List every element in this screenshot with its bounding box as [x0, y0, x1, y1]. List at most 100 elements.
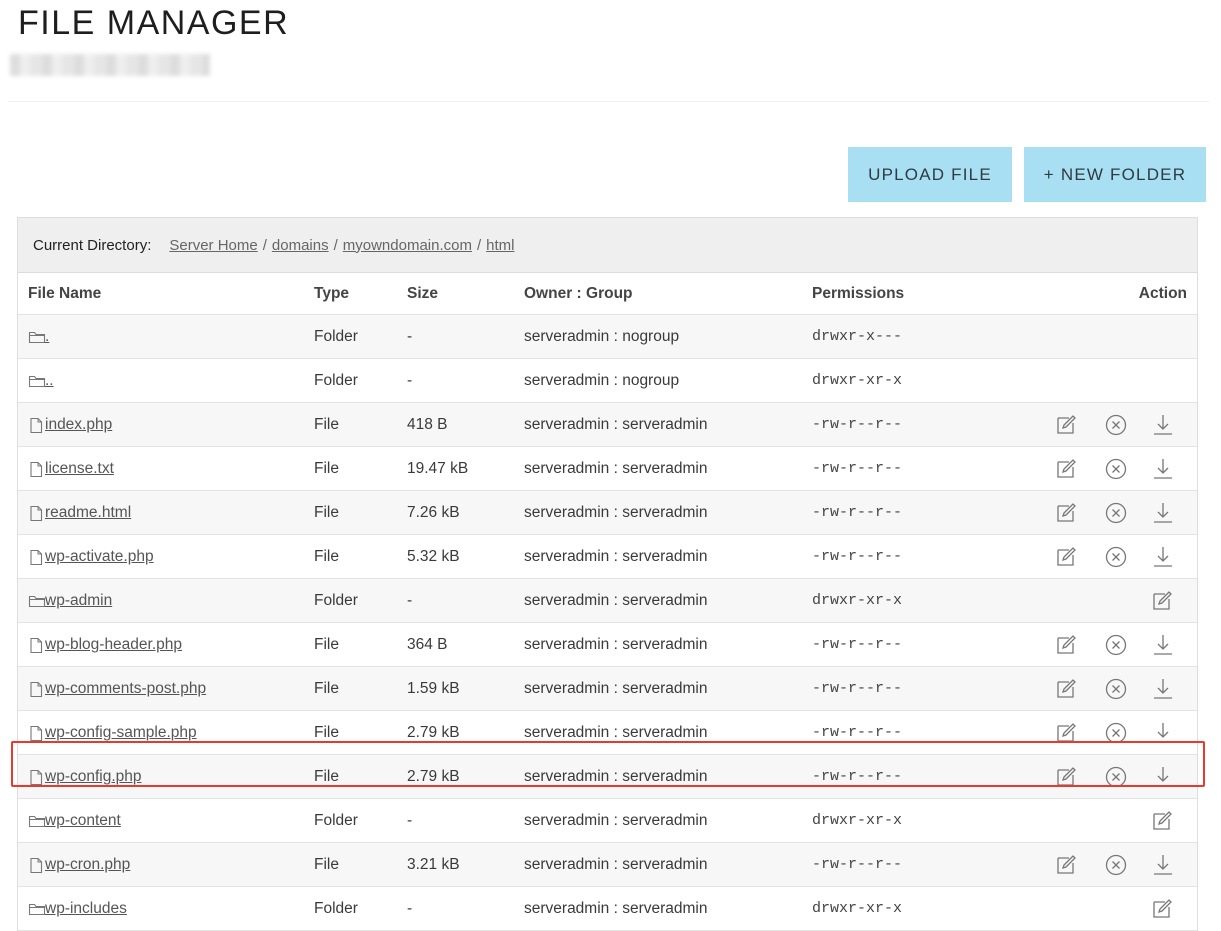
table-row: wp-activate.php File 5.32 kB serveradmin : … [18, 535, 1197, 579]
breadcrumb-separator: / [262, 236, 267, 254]
table-row: wp-blog-header.php File 364 B serveradmin :… [18, 623, 1197, 667]
file-size: 1.59 kB [407, 679, 460, 697]
file-name-cell: wp-includes [28, 900, 127, 918]
edit-icon[interactable] [1054, 853, 1078, 877]
edit-icon[interactable] [1054, 721, 1078, 745]
delete-icon[interactable] [1104, 501, 1128, 525]
breadcrumb-server-home[interactable]: Server Home [169, 237, 257, 254]
edit-icon[interactable] [1054, 501, 1078, 525]
file-name-cell: wp-comments-post.php [28, 680, 206, 698]
edit-icon[interactable] [1054, 633, 1078, 657]
table-row: .. Folder - serveradmin : nogroup drwxr-xr-x [18, 359, 1197, 403]
file-name-cell: wp-cron.php [28, 856, 130, 874]
download-icon[interactable] [1151, 853, 1175, 877]
page-title: FILE MANAGER [18, 4, 290, 42]
delete-icon[interactable] [1104, 457, 1128, 481]
download-icon[interactable] [1151, 413, 1175, 437]
file-name-link[interactable]: wp-config-sample.php [45, 724, 197, 742]
file-icon [28, 461, 44, 477]
file-name-link[interactable]: . [45, 328, 49, 346]
rename-icon[interactable] [1150, 809, 1174, 833]
column-header-owner[interactable]: Owner : Group [524, 285, 633, 303]
table-row: . Folder - serveradmin : nogroup drwxr-x--- [18, 315, 1197, 359]
download-icon[interactable] [1151, 633, 1175, 657]
file-name-link[interactable]: license.txt [45, 460, 114, 478]
file-name-link[interactable]: wp-admin [45, 592, 112, 610]
file-name-cell: wp-config.php [28, 768, 142, 786]
download-icon[interactable] [1151, 765, 1175, 789]
edit-icon[interactable] [1054, 677, 1078, 701]
file-name-link[interactable]: wp-blog-header.php [45, 636, 182, 654]
file-name-cell: wp-config-sample.php [28, 724, 197, 742]
blurred-subtitle [10, 54, 210, 76]
edit-icon[interactable] [1054, 545, 1078, 569]
file-type: File [314, 767, 339, 785]
delete-icon[interactable] [1104, 765, 1128, 789]
file-type: File [314, 855, 339, 873]
delete-icon[interactable] [1104, 413, 1128, 437]
file-name-link[interactable]: wp-comments-post.php [45, 680, 206, 698]
table-row: readme.html File 7.26 kB serveradmin : serv… [18, 491, 1197, 535]
folder-icon [28, 373, 46, 389]
edit-icon[interactable] [1054, 413, 1078, 437]
delete-icon[interactable] [1104, 633, 1128, 657]
current-directory-label: Current Directory: [33, 236, 152, 254]
file-name-cell: wp-blog-header.php [28, 636, 182, 654]
rename-icon[interactable] [1150, 589, 1174, 613]
breadcrumb-domain[interactable]: myowndomain.com [343, 237, 472, 254]
file-name-link[interactable]: wp-content [45, 812, 121, 830]
file-owner-group: serveradmin : serveradmin [524, 767, 708, 785]
file-name-link[interactable]: wp-config.php [45, 768, 142, 786]
edit-icon[interactable] [1054, 765, 1078, 789]
file-size: 5.32 kB [407, 547, 460, 565]
file-owner-group: serveradmin : serveradmin [524, 635, 708, 653]
file-permissions: drwxr-xr-x [812, 812, 903, 829]
file-permissions: drwxr-xr-x [812, 372, 903, 389]
new-folder-button[interactable]: + NEW FOLDER [1024, 147, 1206, 202]
file-name-cell: wp-admin [28, 592, 112, 610]
column-header-size[interactable]: Size [407, 285, 438, 303]
file-name-link[interactable]: wp-includes [45, 900, 127, 918]
delete-icon[interactable] [1104, 545, 1128, 569]
row-actions [1054, 359, 1189, 402]
rename-icon[interactable] [1150, 897, 1174, 921]
file-name-link[interactable]: wp-cron.php [45, 856, 130, 874]
download-icon[interactable] [1151, 677, 1175, 701]
delete-icon[interactable] [1104, 677, 1128, 701]
upload-file-button[interactable]: UPLOAD FILE [848, 147, 1012, 202]
row-actions [1054, 843, 1189, 886]
file-permissions: -rw-r--r-- [812, 636, 903, 653]
file-permissions: -rw-r--r-- [812, 504, 903, 521]
file-name-link[interactable]: wp-activate.php [45, 548, 154, 566]
table-row: wp-content Folder - serveradmin : serveradm… [18, 799, 1197, 843]
row-actions [1054, 799, 1189, 842]
file-name-cell: readme.html [28, 504, 131, 522]
row-actions [1054, 315, 1189, 358]
file-name-link[interactable]: .. [45, 372, 54, 390]
file-icon [28, 681, 44, 697]
folder-icon [28, 329, 46, 345]
download-icon[interactable] [1151, 721, 1175, 745]
file-name-link[interactable]: index.php [45, 416, 112, 434]
delete-icon[interactable] [1104, 721, 1128, 745]
column-header-permissions[interactable]: Permissions [812, 285, 904, 303]
folder-icon [28, 813, 46, 829]
download-icon[interactable] [1151, 457, 1175, 481]
delete-icon[interactable] [1104, 853, 1128, 877]
breadcrumb-html[interactable]: html [486, 237, 514, 254]
file-name-link[interactable]: readme.html [45, 504, 131, 522]
download-icon[interactable] [1151, 501, 1175, 525]
file-owner-group: serveradmin : serveradmin [524, 591, 708, 609]
column-header-action: Action [1138, 284, 1187, 302]
file-name-cell: license.txt [28, 460, 114, 478]
file-size: 364 B [407, 635, 448, 653]
file-owner-group: serveradmin : serveradmin [524, 899, 708, 917]
row-actions [1054, 711, 1189, 754]
breadcrumb-domains[interactable]: domains [272, 237, 329, 254]
file-type: File [314, 635, 339, 653]
download-icon[interactable] [1151, 545, 1175, 569]
column-header-name[interactable]: File Name [28, 285, 101, 303]
edit-icon[interactable] [1054, 457, 1078, 481]
column-header-type[interactable]: Type [314, 285, 349, 303]
file-permissions: drwxr-xr-x [812, 592, 903, 609]
